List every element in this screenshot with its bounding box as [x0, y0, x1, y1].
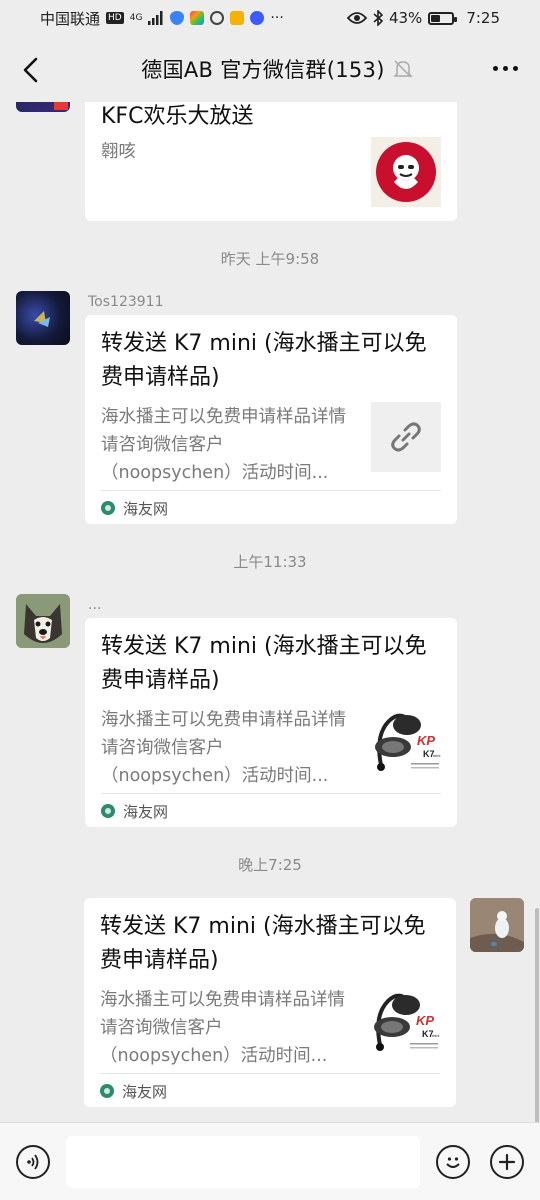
chat-area[interactable]: KFC欢乐大放送 翱咳 昨天 上午9:58 Tos123911 转发送 K7 m…: [0, 102, 540, 1122]
card-title: 转发送 K7 mini (海水播主可以免费申请样品): [101, 331, 427, 390]
source-label: 海友网: [123, 802, 169, 821]
source-label: 海友网: [123, 499, 169, 518]
shared-card[interactable]: 转发送 K7 mini (海水播主可以免费申请样品) 海水播主可以免费申请样品详…: [85, 315, 457, 524]
source-label: 海友网: [122, 1082, 168, 1101]
card-description: 翱咳: [101, 142, 136, 162]
bluetooth-icon: [373, 10, 383, 26]
product-thumbnail: KP K7 mini: [370, 985, 440, 1055]
card-title: 转发送 K7 mini (海水播主可以免费申请样品): [100, 914, 426, 973]
svg-text:mini: mini: [433, 753, 440, 758]
voice-icon: [27, 1154, 39, 1170]
sender-name: Tos123911: [88, 294, 164, 310]
colorful-app-icon: [190, 11, 205, 25]
battery-icon: [428, 11, 458, 25]
chevron-left-icon[interactable]: [14, 52, 50, 88]
k7-pump-image: KP K7 mini: [374, 993, 439, 1051]
bell-off-icon: [393, 60, 413, 78]
ring-app-icon: [210, 11, 225, 25]
shared-card[interactable]: 转发送 K7 mini (海水播主可以免费申请样品) 海水播主可以免费申请样品详…: [85, 618, 457, 827]
product-thumbnail: KP K7 mini: [371, 705, 441, 775]
shared-card[interactable]: 转发送 K7 mini (海水播主可以免费申请样品) 海水播主可以免费申请样品详…: [84, 898, 456, 1107]
link-thumbnail: [371, 402, 441, 472]
bird-icon: [34, 311, 50, 327]
chat-title: 德国AB 官方微信群(153): [141, 58, 385, 82]
input-bar: [0, 1122, 540, 1200]
haiyou-logo-icon: [101, 501, 115, 515]
card-source: 海友网: [101, 793, 441, 828]
figurine-photo: [470, 898, 524, 952]
eye-icon: [346, 12, 367, 24]
shared-card[interactable]: KFC欢乐大放送 翱咳: [85, 102, 457, 221]
shield-app-icon: [170, 11, 185, 25]
timestamp: 昨天 上午9:58: [220, 250, 320, 268]
card-title: 转发送 K7 mini (海水播主可以免费申请样品): [101, 634, 427, 693]
card-description: 海水播主可以免费申请样品详情请咨询微信客户（noopsychen）活动时间...: [101, 407, 346, 483]
svg-text:KP: KP: [416, 1013, 434, 1028]
sender-avatar[interactable]: [16, 594, 70, 648]
haiyou-logo-icon: [101, 804, 115, 818]
nav-bar: 德国AB 官方微信群(153): [0, 36, 540, 102]
link-icon: [391, 422, 421, 452]
sender-avatar[interactable]: [16, 102, 70, 112]
scrollbar[interactable]: [535, 908, 539, 1123]
battery-percent: 43%: [388, 9, 423, 27]
k7-pump-image: KP K7 mini: [375, 713, 440, 771]
plus-button[interactable]: [490, 1145, 524, 1179]
more-dots-icon[interactable]: [493, 66, 518, 71]
svg-text:KP: KP: [417, 733, 435, 748]
voice-button[interactable]: [16, 1145, 50, 1179]
more-notifications-icon: ···: [270, 10, 284, 26]
card-source: 海友网: [101, 490, 441, 525]
clock: 7:25: [466, 9, 500, 27]
emoji-icon: [446, 1157, 460, 1168]
hd-badge: HD: [106, 12, 124, 24]
haiyou-logo-icon: [100, 1084, 114, 1098]
kfc-logo-image: [371, 137, 441, 207]
status-bar: 中国联通 HD 4G ··· 43% 7:25: [0, 0, 540, 36]
message-input[interactable]: [66, 1136, 420, 1188]
sender-name: ...: [88, 597, 102, 613]
timestamp: 晚上7:25: [238, 856, 302, 874]
sender-avatar[interactable]: [16, 291, 70, 345]
signal-icon: [148, 11, 163, 25]
svg-text:mini: mini: [432, 1033, 439, 1038]
kfc-colonel-icon: [376, 142, 436, 202]
emoji-button[interactable]: [436, 1145, 470, 1179]
card-description: 海水播主可以免费申请样品详情请咨询微信客户（noopsychen）活动时间...: [101, 710, 346, 786]
card-description: 海水播主可以免费申请样品详情请咨询微信客户（noopsychen）活动时间...: [100, 990, 345, 1066]
timestamp: 上午11:33: [233, 553, 307, 571]
plus-icon: [498, 1153, 516, 1171]
card-source: 海友网: [100, 1073, 440, 1108]
my-avatar[interactable]: [470, 898, 524, 952]
carrier-label: 中国联通: [40, 9, 101, 28]
dog-photo: [16, 594, 70, 648]
yellow-app-icon: [230, 11, 245, 25]
music-app-icon: [250, 11, 265, 25]
signal-label: 4G: [129, 13, 143, 23]
card-title: KFC欢乐大放送: [101, 104, 254, 129]
